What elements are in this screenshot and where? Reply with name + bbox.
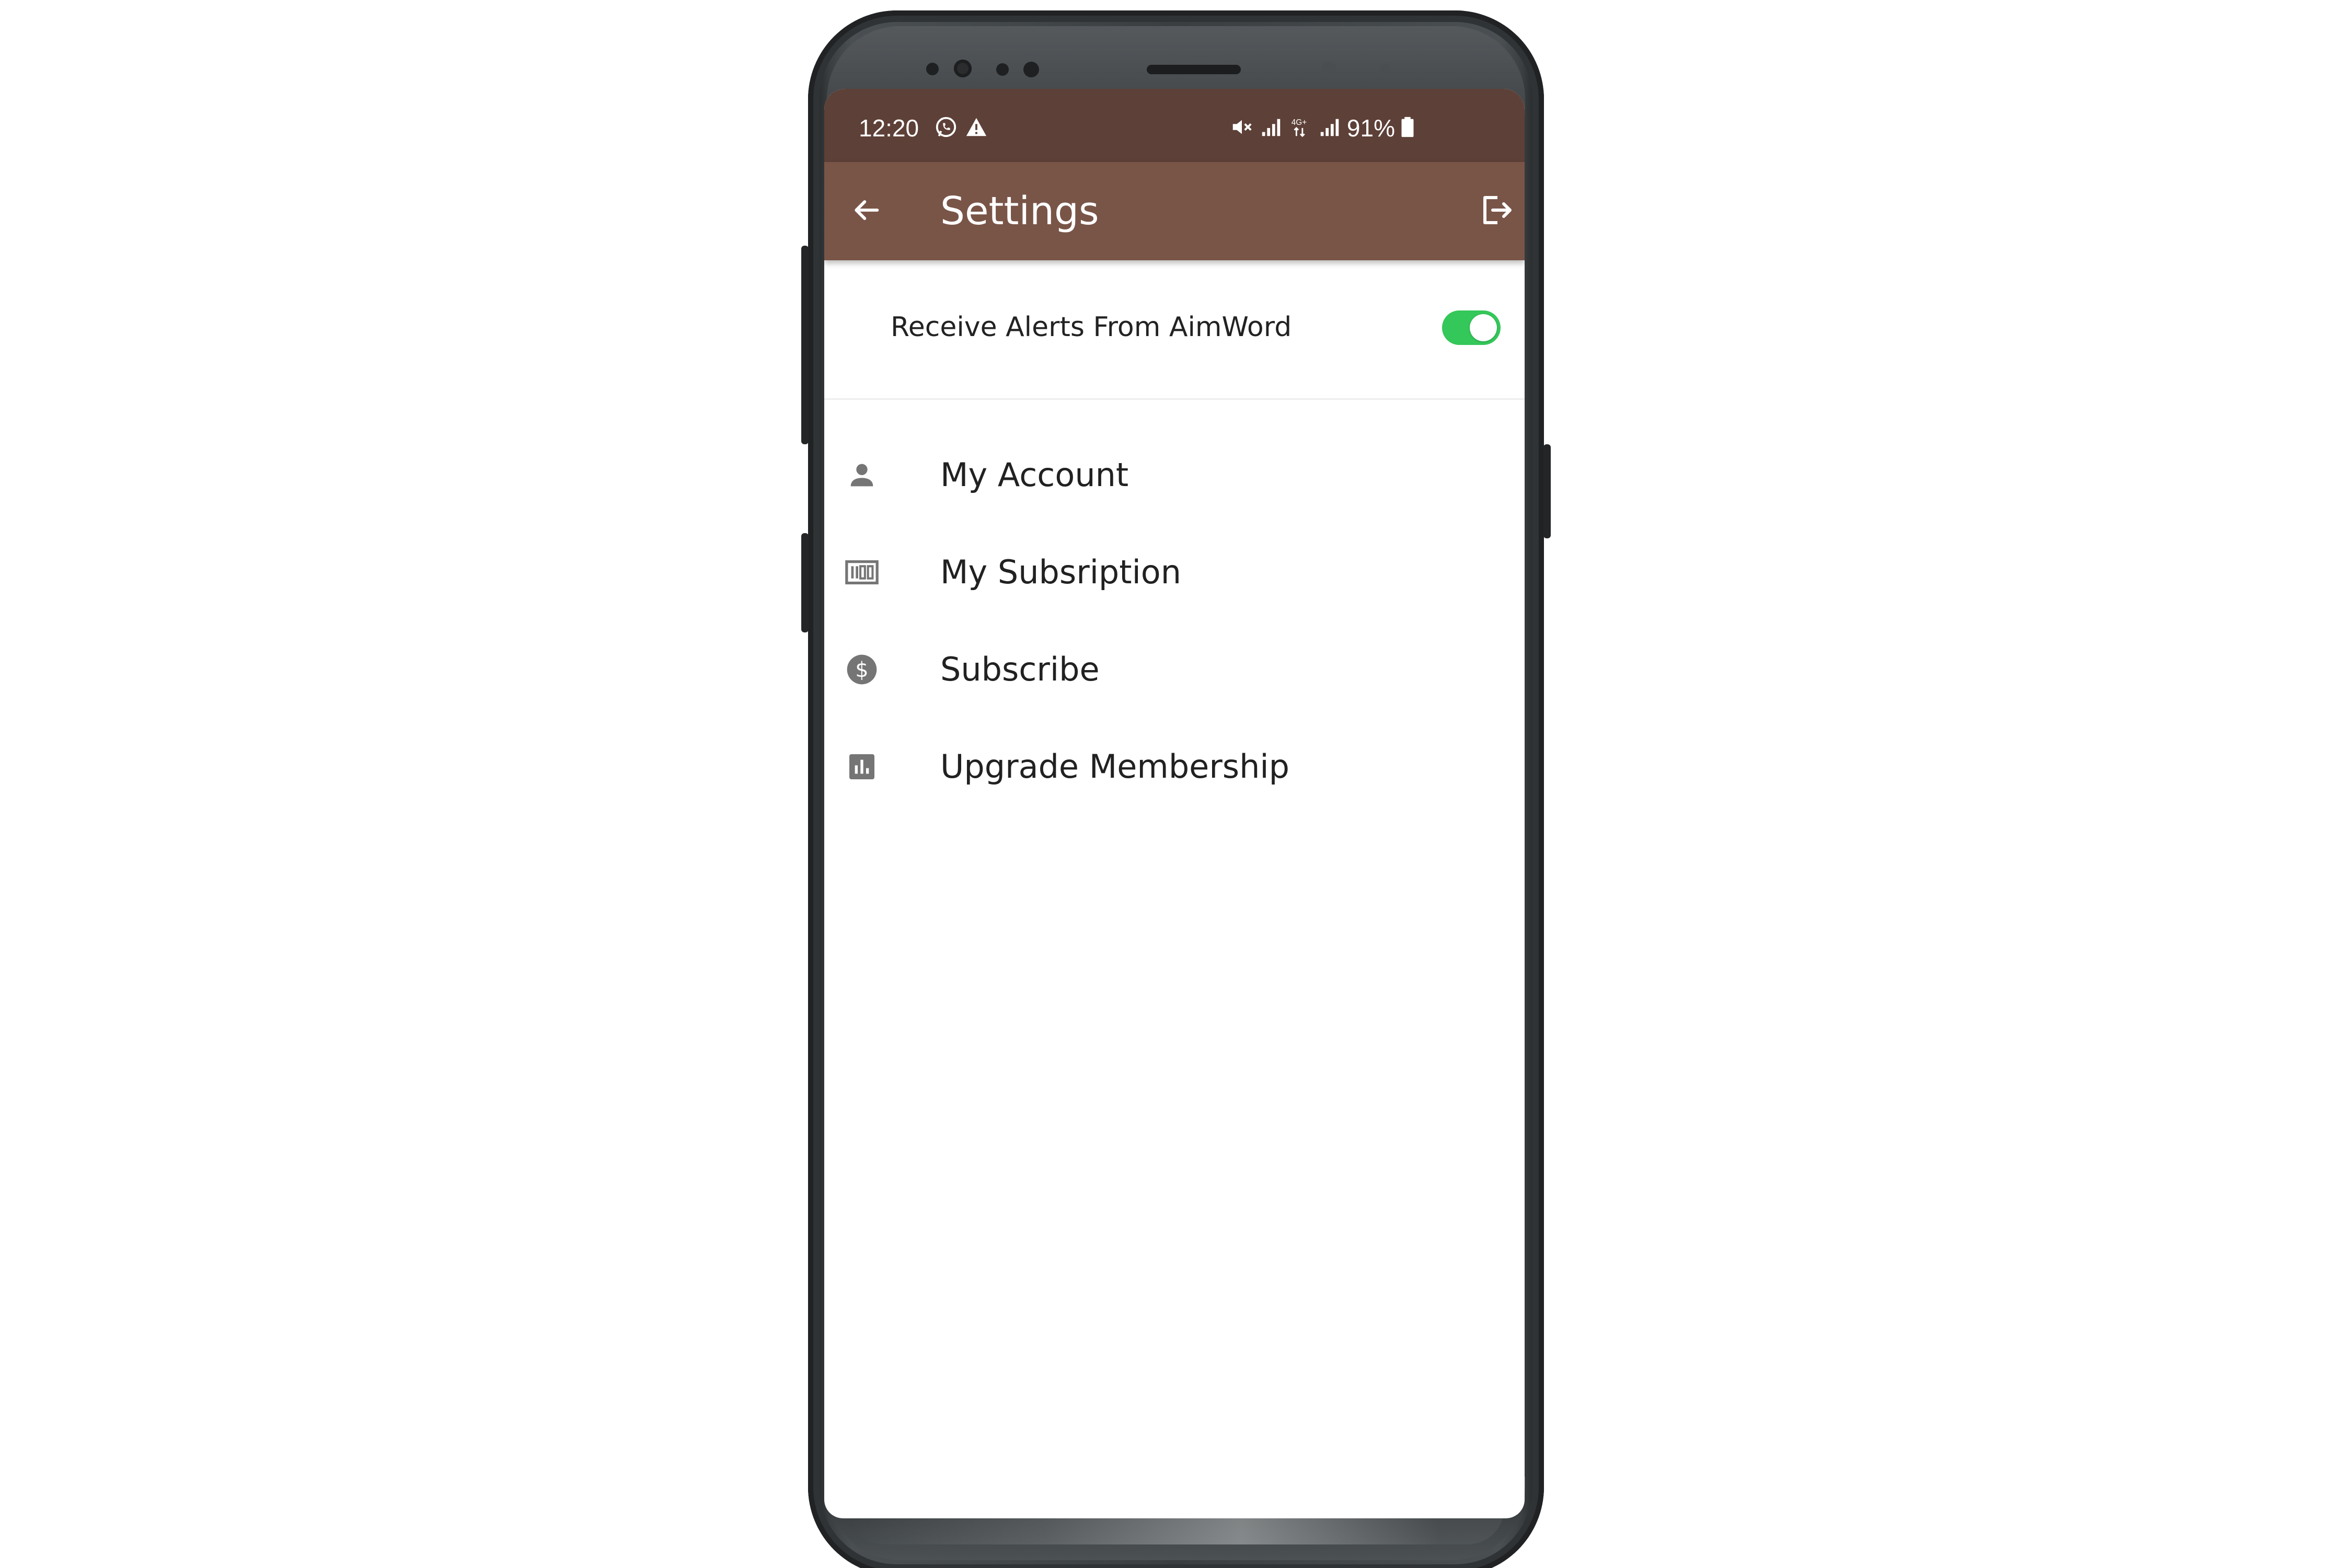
logout-button[interactable]: [1472, 190, 1519, 232]
settings-content: Receive Alerts From AimWord My Account M…: [824, 260, 1525, 814]
status-left-icons: [934, 115, 988, 141]
menu-item-label: My Subsription: [940, 553, 1182, 591]
page-title: Settings: [940, 189, 1099, 234]
front-sensor-icon: [996, 63, 1009, 76]
status-right-icons: 4G+ 91%: [1230, 114, 1415, 142]
menu-item-upgrade-membership[interactable]: Upgrade Membership: [824, 717, 1525, 814]
signal-icon: [1259, 115, 1283, 142]
front-sensor-icon: [1380, 64, 1391, 75]
toggle-knob: [1470, 314, 1497, 341]
phone-screen: 12:20 4G+ 91% Settings Receive Alerts Fr…: [824, 89, 1525, 1518]
status-time: 12:20: [859, 114, 919, 142]
logout-icon: [1477, 191, 1515, 231]
menu-item-label: Subscribe: [940, 650, 1100, 688]
battery-percentage: 91%: [1346, 114, 1395, 142]
menu-item-subscribe[interactable]: $ Subscribe: [824, 619, 1525, 717]
svg-text:$: $: [855, 658, 868, 682]
status-bar: 12:20 4G+ 91%: [824, 89, 1525, 162]
barcode-icon: [843, 554, 881, 591]
front-sensor-icon: [926, 63, 939, 75]
front-camera-icon: [954, 60, 972, 77]
settings-menu: My Account My Subsription $ Subscribe Up…: [824, 425, 1525, 814]
stage: 12:20 4G+ 91% Settings Receive Alerts Fr…: [0, 0, 2352, 1568]
bixby-button: [801, 533, 809, 632]
bar-chart-icon: [843, 748, 881, 786]
front-sensor-icon: [1321, 62, 1336, 77]
volume-button: [801, 246, 809, 444]
whatsapp-icon: [934, 115, 958, 142]
front-sensor-icon: [1023, 62, 1039, 77]
power-button: [1543, 444, 1551, 538]
signal-icon: [1318, 115, 1342, 142]
battery-icon: [1400, 115, 1415, 142]
mute-icon: [1230, 115, 1254, 142]
back-button[interactable]: [845, 190, 887, 232]
alerts-toggle[interactable]: [1442, 310, 1501, 345]
alerts-row: Receive Alerts From AimWord: [824, 260, 1525, 400]
4g-icon: 4G+: [1288, 115, 1312, 142]
arrow-left-icon: [849, 193, 883, 229]
person-icon: [843, 456, 881, 494]
menu-item-label: Upgrade Membership: [940, 747, 1289, 786]
svg-text:4G+: 4G+: [1292, 118, 1307, 127]
dollar-icon: $: [843, 651, 881, 688]
app-bar: Settings: [824, 162, 1525, 260]
menu-item-my-subscription[interactable]: My Subsription: [824, 522, 1525, 619]
menu-item-label: My Account: [940, 456, 1129, 494]
menu-item-my-account[interactable]: My Account: [824, 425, 1525, 522]
earpiece-speaker: [1147, 65, 1241, 74]
warning-icon: [964, 115, 988, 142]
alerts-label: Receive Alerts From AimWord: [891, 312, 1292, 343]
